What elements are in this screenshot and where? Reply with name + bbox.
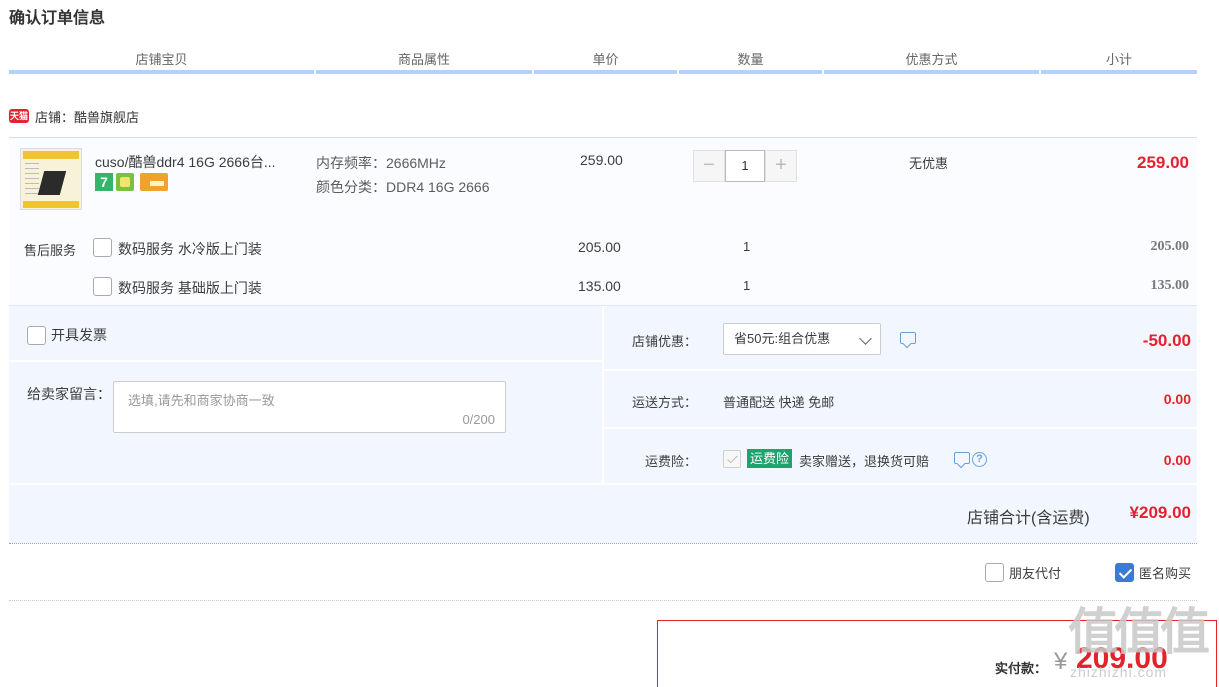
- column-header-discount: 优惠方式: [824, 50, 1039, 74]
- service-price: 135.00: [578, 278, 621, 294]
- service-name: 数码服务 基础版上门装: [118, 280, 262, 296]
- seven-day-return-icon[interactable]: 7: [95, 173, 113, 191]
- service-subtotal: 205.00: [1150, 239, 1190, 254]
- after-sales-service-row: 数码服务 基础版上门装 135.00 1 135.00: [93, 277, 1193, 297]
- shop-name[interactable]: 酷兽旗舰店: [74, 107, 139, 126]
- message-char-counter: 0/200: [462, 412, 495, 427]
- attribute-value: 2666MHz: [386, 155, 446, 171]
- divider: [9, 600, 1197, 601]
- table-header: 店铺宝贝 商品属性 单价 数量 优惠方式 小计: [9, 50, 1197, 74]
- discount-method: 无优惠: [909, 156, 949, 171]
- chat-icon[interactable]: [954, 452, 970, 464]
- anonymous-purchase-label: 匿名购买: [1139, 566, 1192, 581]
- shop-coupon-amount: -50.00: [1142, 331, 1191, 350]
- shop-line: 天猫 店铺： 酷兽旗舰店: [9, 107, 139, 125]
- column-header-unit-price: 单价: [534, 50, 677, 74]
- shop-coupon-label: 店铺优惠：: [631, 334, 697, 349]
- product-title[interactable]: cuso/酷兽ddr4 16G 2666台...: [95, 152, 276, 172]
- friend-pay-option[interactable]: 朋友代付: [985, 563, 1061, 582]
- attribute-label: 颜色分类：: [316, 179, 386, 195]
- watermark-logo: 值值值: [1068, 604, 1210, 660]
- watermark-url: zhizhizhi.com: [1070, 664, 1168, 680]
- invoice-option[interactable]: 开具发票: [27, 325, 107, 345]
- shipping-method: 普通配送 快递 免邮: [723, 395, 835, 410]
- attribute-frequency: 内存频率：2666MHz: [316, 153, 446, 173]
- quantity-increase-button[interactable]: +: [765, 150, 797, 182]
- chat-icon[interactable]: [900, 332, 916, 344]
- item-subtotal: 259.00: [1137, 153, 1189, 172]
- friend-pay-checkbox[interactable]: [985, 563, 1004, 582]
- credit-card-icon[interactable]: [140, 173, 168, 191]
- attribute-value: DDR4 16G 2666: [386, 179, 490, 195]
- invoice-checkbox[interactable]: [27, 325, 46, 345]
- service-badges: 7: [95, 173, 168, 191]
- quantity-input[interactable]: 1: [725, 150, 765, 182]
- service-subtotal: 135.00: [1150, 278, 1190, 293]
- insurance-label: 运费险：: [644, 454, 697, 469]
- shop-coupon-select[interactable]: 省50元:组合优惠: [723, 323, 881, 355]
- shop-label: 店铺：: [35, 109, 75, 125]
- service-name: 数码服务 水冷版上门装: [118, 241, 262, 257]
- insurance-tag: 运费险: [747, 449, 793, 468]
- attribute-label: 内存频率：: [316, 155, 386, 171]
- insurance-description: 卖家赠送，退换货可赔: [799, 454, 930, 469]
- help-icon[interactable]: ?: [972, 452, 987, 467]
- unit-price: 259.00: [580, 152, 623, 168]
- column-header-attributes: 商品属性: [316, 50, 532, 74]
- after-sales-service-row: 数码服务 水冷版上门装 205.00 1 205.00: [93, 238, 1193, 258]
- service-price: 205.00: [578, 239, 621, 255]
- chevron-down-icon: [859, 332, 872, 345]
- payment-currency: ¥: [1054, 648, 1068, 675]
- column-header-subtotal: 小计: [1041, 50, 1197, 74]
- anonymous-purchase-option[interactable]: 匿名购买: [1115, 563, 1191, 582]
- service-checkbox[interactable]: [93, 277, 112, 296]
- anonymous-purchase-checkbox[interactable]: [1115, 563, 1134, 582]
- service-quantity: 1: [743, 239, 751, 254]
- attribute-color: 颜色分类：DDR4 16G 2666: [316, 177, 490, 197]
- invoice-label: 开具发票: [51, 327, 107, 343]
- shop-total-label: 店铺合计(含运费): [967, 510, 1090, 527]
- column-header-item: 店铺宝贝: [9, 50, 314, 74]
- quantity-decrease-button[interactable]: −: [693, 150, 725, 182]
- service-quantity: 1: [743, 278, 751, 293]
- service-checkbox[interactable]: [93, 238, 112, 257]
- gift-icon[interactable]: [116, 173, 134, 191]
- shipping-label: 运送方式：: [631, 395, 697, 410]
- column-header-quantity: 数量: [679, 50, 822, 74]
- shop-total-amount: ¥209.00: [1129, 503, 1191, 522]
- payment-label: 实付款：: [995, 661, 1048, 676]
- order-item-block: cuso/酷兽ddr4 16G 2666台... 7 内存频率：2666MHz …: [9, 137, 1197, 305]
- tmall-icon: 天猫: [9, 109, 29, 123]
- shipping-amount: 0.00: [1163, 391, 1191, 407]
- product-thumbnail[interactable]: [20, 148, 82, 210]
- insurance-checkbox[interactable]: [723, 450, 741, 468]
- seller-message-input[interactable]: 选填,请先和商家协商一致 0/200: [113, 381, 506, 433]
- message-placeholder: 选填,请先和商家协商一致: [128, 393, 275, 408]
- order-options-panel: 开具发票 给卖家留言： 选填,请先和商家协商一致 0/200 店铺优惠： 省50…: [9, 305, 1197, 544]
- page-title: 确认订单信息: [9, 10, 106, 27]
- message-label: 给卖家留言：: [27, 386, 111, 402]
- shop-coupon-selected: 省50元:组合优惠: [734, 331, 831, 346]
- friend-pay-label: 朋友代付: [1009, 566, 1062, 581]
- insurance-amount: 0.00: [1163, 452, 1191, 468]
- after-sales-label: 售后服务: [24, 243, 77, 258]
- quantity-stepper: − 1 +: [693, 150, 797, 182]
